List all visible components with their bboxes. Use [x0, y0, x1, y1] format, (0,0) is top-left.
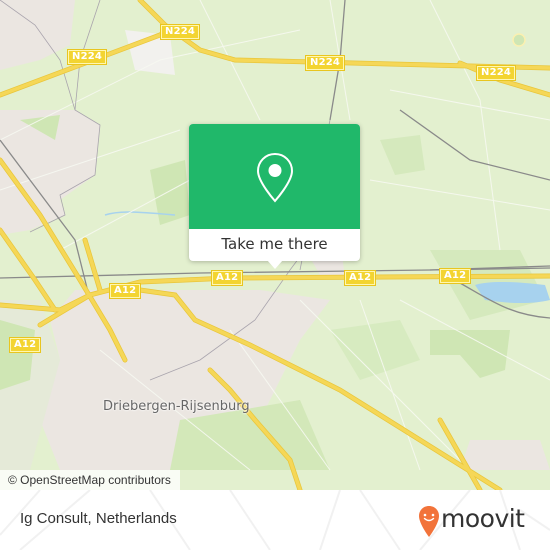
map-pin-icon	[256, 152, 294, 203]
moovit-brand[interactable]: moovit	[441, 504, 525, 533]
forest	[330, 320, 420, 380]
osm-attribution[interactable]: © OpenStreetMap contributors	[0, 470, 180, 490]
road-shield-a12: A12	[343, 270, 377, 286]
roundabout	[512, 33, 526, 47]
attribution-text: © OpenStreetMap contributors	[8, 473, 171, 487]
road-shield-a12: A12	[8, 337, 42, 353]
road-shield-a12: A12	[210, 270, 244, 286]
road-shield-n224: N224	[159, 24, 201, 40]
forest	[380, 135, 425, 175]
popup-header	[189, 124, 360, 229]
location-popup: Take me there	[189, 124, 360, 269]
forest	[0, 320, 35, 390]
place-name: Ig Consult, Netherlands	[20, 510, 177, 527]
road-shield-a12: A12	[108, 283, 142, 299]
road-shield-a12: A12	[438, 268, 472, 284]
urban-area	[460, 440, 550, 470]
road-shield-n224: N224	[66, 49, 108, 65]
take-me-there-button[interactable]: Take me there	[189, 229, 360, 261]
moovit-logo-icon	[419, 506, 439, 537]
popup-pointer	[267, 260, 283, 269]
town-label: Driebergen-Rijsenburg	[103, 399, 250, 414]
lake	[475, 281, 550, 304]
urban-area	[0, 0, 75, 70]
road-shield-n224: N224	[304, 55, 346, 71]
road-shield-n224: N224	[475, 65, 517, 81]
map-view[interactable]: N224 N224 N224 N224 A12 A12 A12 A12 A12 …	[0, 0, 550, 490]
